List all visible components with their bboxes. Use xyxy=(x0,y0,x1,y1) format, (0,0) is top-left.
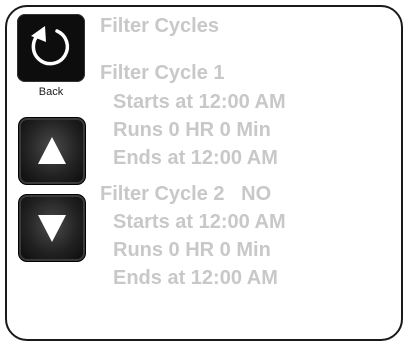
scroll-down-button[interactable] xyxy=(18,194,86,262)
filter-cycle-2-starts: Starts at 12:00 AM xyxy=(113,211,286,233)
down-arrow-icon xyxy=(38,215,66,242)
scroll-up-button[interactable] xyxy=(18,117,86,185)
filter-cycle-1-ends: Ends at 12:00 AM xyxy=(113,147,278,169)
filter-cycle-1-starts: Starts at 12:00 AM xyxy=(113,91,286,113)
back-button[interactable] xyxy=(17,14,85,82)
page-title: Filter Cycles xyxy=(100,15,219,37)
filter-cycle-2-runs: Runs 0 HR 0 Min xyxy=(113,239,271,261)
back-arrow-icon xyxy=(31,26,70,66)
filter-cycle-2-heading: Filter Cycle 2 NO xyxy=(100,183,272,205)
filter-cycle-2-ends: Ends at 12:00 AM xyxy=(113,267,278,289)
back-label: Back xyxy=(38,86,64,98)
up-arrow-icon xyxy=(38,137,66,164)
filter-cycle-1-heading: Filter Cycle 1 xyxy=(100,62,225,84)
filter-cycle-1-runs: Runs 0 HR 0 Min xyxy=(113,119,271,141)
